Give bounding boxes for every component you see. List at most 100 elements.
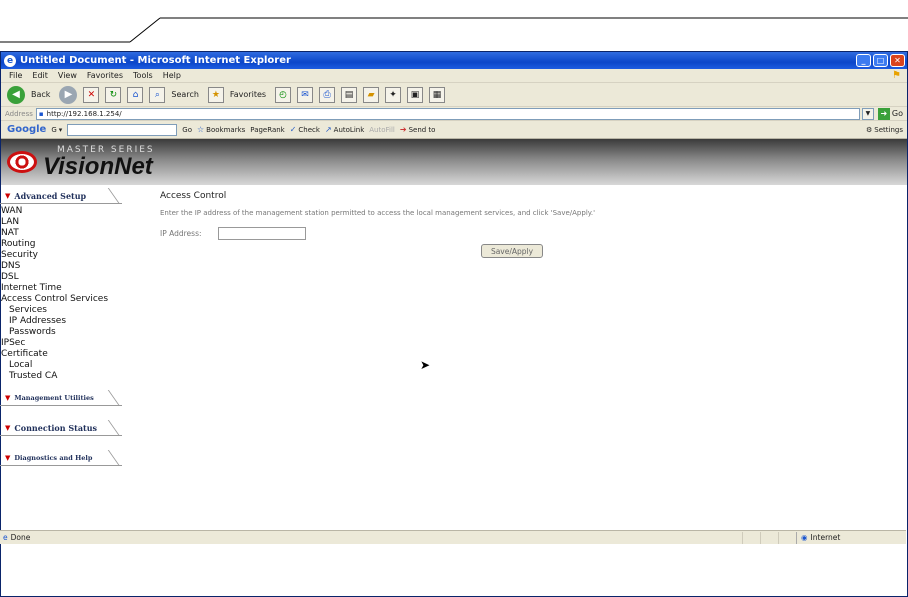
- tab-connection-status[interactable]: ▼ Connection Status: [0, 420, 122, 436]
- sendto-button[interactable]: ➔ Send to: [400, 125, 436, 134]
- media-icon[interactable]: ▣: [407, 86, 424, 103]
- globe-icon: ◉: [801, 533, 808, 542]
- triangle-down-icon: ▼: [5, 393, 11, 402]
- status-text: Done: [10, 533, 31, 542]
- tab-label: Management Utilities: [14, 393, 94, 402]
- tab-label: Connection Status: [14, 422, 98, 433]
- mail-icon[interactable]: ✉: [297, 86, 314, 103]
- pagerank-button[interactable]: PageRank: [250, 126, 284, 134]
- status-segment: [760, 531, 778, 544]
- page-title: Access Control: [160, 191, 227, 201]
- menu-help[interactable]: Help: [163, 71, 181, 80]
- history-icon[interactable]: ◴: [275, 86, 292, 103]
- send-icon: ➔: [399, 125, 407, 134]
- triangle-down-icon: ▼: [5, 191, 11, 200]
- sidebar-item-nat[interactable]: NAT: [1, 228, 150, 239]
- address-label: Address: [5, 109, 33, 118]
- menu-view[interactable]: View: [58, 71, 77, 80]
- standard-toolbar: ◀ Back ▶ ✕ ↻ ⌂ ⌕ Search ★ Favorites ◴ ✉ …: [1, 83, 907, 107]
- title-bar: e Untitled Document - Microsoft Internet…: [1, 52, 907, 69]
- router-banner: MASTER SERIES VisionNet: [1, 139, 907, 185]
- menu-edit[interactable]: Edit: [32, 71, 48, 80]
- stop-icon[interactable]: ✕: [83, 86, 100, 103]
- sidebar-item-routing[interactable]: Routing: [1, 239, 150, 250]
- security-zone: ◉ Internet: [796, 531, 906, 544]
- address-url[interactable]: http://192.168.1.254/: [47, 110, 122, 118]
- search-label[interactable]: Search: [171, 90, 198, 99]
- sidebar-item-certificate[interactable]: Certificate: [1, 349, 150, 360]
- menu-file[interactable]: File: [9, 71, 22, 80]
- page-description: Enter the IP address of the management s…: [160, 209, 596, 217]
- messenger-icon[interactable]: ✦: [385, 86, 402, 103]
- autofill-button[interactable]: AutoFill: [369, 126, 395, 134]
- sidebar-item-lan[interactable]: LAN: [1, 217, 150, 228]
- bookmarks-button[interactable]: ☆ Bookmarks: [197, 125, 245, 134]
- check-button[interactable]: ✓ Check: [290, 125, 320, 134]
- status-segment: [778, 531, 796, 544]
- sidebar-item-security[interactable]: Security: [1, 250, 150, 261]
- sidebar-item-access-control[interactable]: Access Control Services: [1, 294, 150, 305]
- back-label[interactable]: Back: [31, 90, 50, 99]
- window-title: Untitled Document - Microsoft Internet E…: [20, 55, 291, 66]
- forward-arrow-icon[interactable]: ▶: [59, 85, 78, 104]
- mouse-pointer-icon: ➤: [420, 358, 431, 372]
- sendto-label: Send to: [408, 125, 436, 134]
- settings-icon: ⚙: [866, 125, 873, 134]
- close-button[interactable]: ✕: [890, 54, 905, 67]
- edit-icon[interactable]: ▤: [341, 86, 358, 103]
- favorites-label[interactable]: Favorites: [230, 90, 266, 99]
- autolink-button[interactable]: ↗ AutoLink: [325, 125, 364, 134]
- menu-tools[interactable]: Tools: [133, 71, 153, 80]
- google-logo: Google: [7, 124, 47, 135]
- google-go-label: Go: [182, 125, 192, 134]
- tab-diagnostics-help[interactable]: ▼ Diagnostics and Help: [0, 450, 122, 466]
- page-done-icon: e: [3, 533, 8, 542]
- minimize-button[interactable]: _: [856, 54, 871, 67]
- pagerank-label: PageRank: [250, 125, 285, 134]
- tab-advanced-setup[interactable]: ▼ Advanced Setup: [0, 188, 122, 204]
- print-icon[interactable]: ⎙: [319, 86, 336, 103]
- tab-label: Diagnostics and Help: [14, 453, 93, 462]
- search-icon[interactable]: ⌕: [149, 86, 166, 103]
- ie-icon: e: [4, 54, 16, 67]
- menu-favorites[interactable]: Favorites: [87, 71, 123, 80]
- sidebar-item-wan[interactable]: WAN: [1, 206, 150, 217]
- maximize-button[interactable]: □: [873, 54, 888, 67]
- sidebar-item-services[interactable]: Services: [1, 305, 150, 316]
- status-segment: [742, 531, 760, 544]
- autolink-label: AutoLink: [333, 125, 365, 134]
- page-icon: ▪: [38, 109, 44, 118]
- home-icon[interactable]: ⌂: [127, 86, 144, 103]
- save-apply-button[interactable]: Save/Apply: [481, 244, 543, 258]
- refresh-icon[interactable]: ↻: [105, 86, 122, 103]
- folder-icon[interactable]: ▰: [363, 86, 380, 103]
- google-settings-button[interactable]: ⚙ Settings: [866, 126, 903, 134]
- star-icon: ☆: [197, 125, 205, 134]
- tab-management-utilities[interactable]: ▼ Management Utilities: [0, 390, 122, 406]
- google-go-button[interactable]: Go: [182, 126, 192, 134]
- sidebar-item-ipsec[interactable]: IPSec: [1, 338, 150, 349]
- google-g-button[interactable]: G ▾: [51, 126, 62, 134]
- zone-label: Internet: [810, 533, 841, 542]
- sidebar-item-trusted-ca[interactable]: Trusted CA: [1, 371, 150, 382]
- sidebar-item-passwords[interactable]: Passwords: [1, 327, 150, 338]
- address-input[interactable]: ▪ http://192.168.1.254/: [35, 107, 860, 120]
- google-search-input[interactable]: [67, 123, 178, 136]
- main-panel: Access Control Enter the IP address of t…: [150, 188, 906, 528]
- sidebar: ▼ Advanced Setup WAN LAN NAT Routing Secu…: [0, 188, 150, 528]
- go-button[interactable]: ➜ Go: [877, 107, 903, 120]
- favorites-star-icon[interactable]: ★: [207, 86, 224, 103]
- address-dropdown-icon[interactable]: ▼: [861, 107, 874, 120]
- ip-address-label: IP Address:: [160, 229, 202, 238]
- ip-address-input[interactable]: [218, 227, 306, 240]
- sidebar-item-dsl[interactable]: DSL: [1, 272, 150, 283]
- sidebar-item-internet-time[interactable]: Internet Time: [1, 283, 150, 294]
- address-bar: Address ▪ http://192.168.1.254/ ▼ ➜ Go: [1, 107, 907, 121]
- calendar-icon[interactable]: ▦: [429, 86, 446, 103]
- sidebar-item-ip-addresses[interactable]: IP Addresses: [1, 316, 150, 327]
- autolink-icon: ↗: [324, 125, 332, 134]
- sidebar-item-dns[interactable]: DNS: [1, 261, 150, 272]
- back-arrow-icon[interactable]: ◀: [7, 85, 25, 104]
- sidebar-item-local[interactable]: Local: [1, 360, 150, 371]
- page-content: ▼ Advanced Setup WAN LAN NAT Routing Secu…: [0, 188, 906, 528]
